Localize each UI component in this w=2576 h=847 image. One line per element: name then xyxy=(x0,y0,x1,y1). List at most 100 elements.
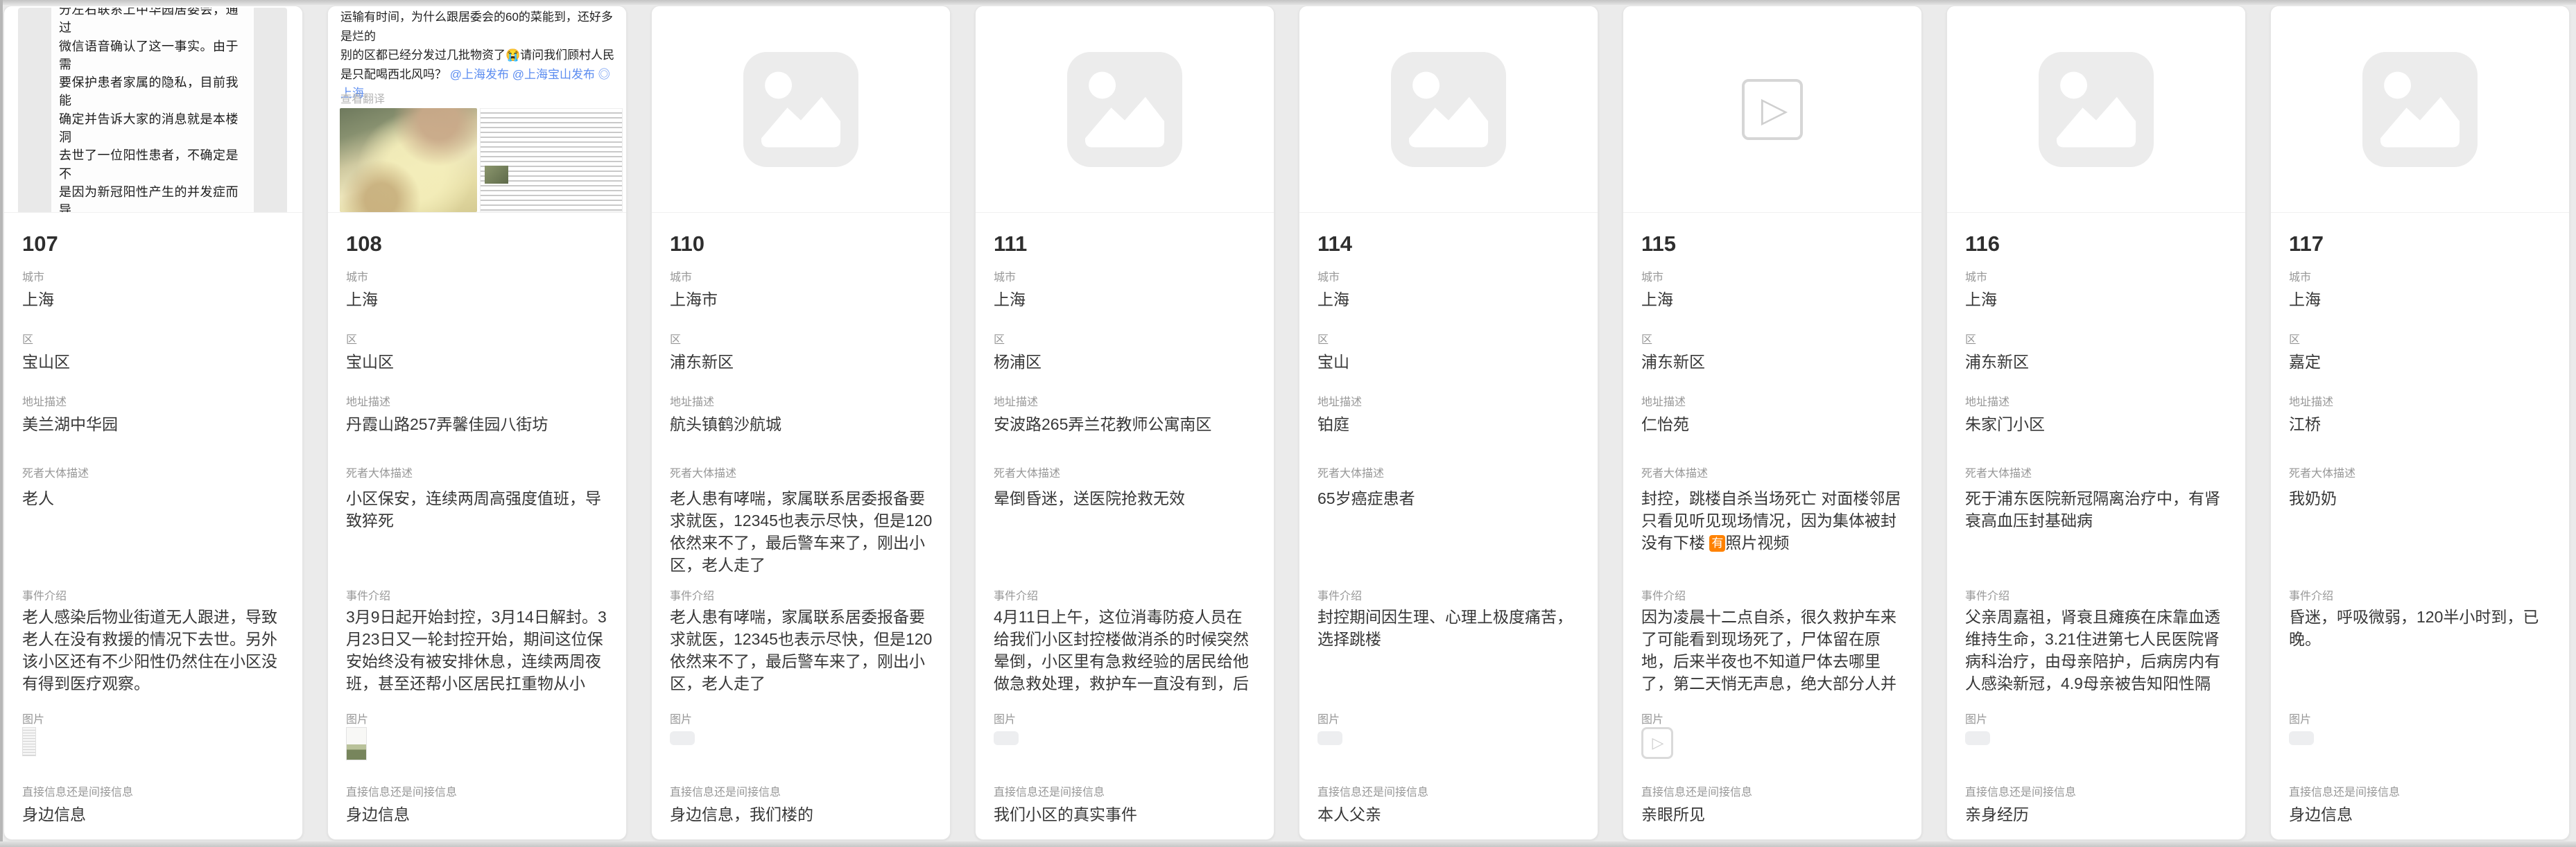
address-value: 铂庭 xyxy=(1317,413,1581,435)
direct-value: 身边信息 xyxy=(2289,803,2552,826)
image-label: 图片 xyxy=(346,710,610,726)
video-placeholder-icon: ▷ xyxy=(1742,79,1803,140)
city-label: 城市 xyxy=(22,268,286,284)
deceased-label: 死者大体描述 xyxy=(994,464,1257,480)
district-value: 杨浦区 xyxy=(994,351,1257,373)
image-thumbnail xyxy=(346,727,610,766)
direct-value: 亲眼所见 xyxy=(1641,803,1905,826)
event-label: 事件介绍 xyxy=(1317,586,1581,603)
event-label: 事件介绍 xyxy=(1965,586,2229,603)
deceased-value: 晕倒昏迷，送医院抢救无效 xyxy=(994,487,1257,509)
card-cover xyxy=(1299,6,1598,213)
direct-label: 直接信息还是间接信息 xyxy=(670,783,933,799)
video-play-icon: ▷ xyxy=(1652,734,1664,752)
image-label: 图片 xyxy=(670,710,933,726)
city-value: 上海 xyxy=(2289,288,2552,311)
address-value: 航头镇鹤沙航城 xyxy=(670,413,933,435)
article-screenshot xyxy=(480,108,623,212)
window-edge-top xyxy=(0,0,2576,5)
card-cover: ▷ xyxy=(1623,6,1921,213)
event-value: 3月9日起开始封控，3月14日解封。3月23日又一轮封控开始，期间这位保安始终没… xyxy=(346,606,610,697)
city-value: 上海 xyxy=(1317,288,1581,311)
deceased-label: 死者大体描述 xyxy=(2289,464,2552,480)
image-label: 图片 xyxy=(994,710,1257,726)
address-label: 地址描述 xyxy=(22,392,286,409)
address-label: 地址描述 xyxy=(346,392,610,409)
image-label: 图片 xyxy=(1317,710,1581,726)
direct-label: 直接信息还是间接信息 xyxy=(22,783,286,799)
direct-value: 本人父亲 xyxy=(1317,803,1581,826)
address-value: 仁怡苑 xyxy=(1641,413,1905,435)
image-placeholder-icon xyxy=(743,52,858,167)
city-value: 上海 xyxy=(1965,288,2229,311)
city-value: 上海 xyxy=(994,288,1257,311)
deceased-label: 死者大体描述 xyxy=(1641,464,1905,480)
event-label: 事件介绍 xyxy=(670,586,933,603)
card-cover xyxy=(2271,6,2569,213)
record-card-107[interactable]: 分左右联系上中华园居委会，通过 微信语音确认了这一事实。由于需 要保护患者家属的… xyxy=(3,6,303,840)
deceased-label: 死者大体描述 xyxy=(346,464,610,480)
city-value: 上海 xyxy=(346,288,610,311)
image-placeholder-icon xyxy=(1391,52,1506,167)
record-card-110[interactable]: 110 城市 上海市 区 浦东新区 地址描述 航头镇鹤沙航城 死者大体描述 老人… xyxy=(651,6,951,840)
address-label: 地址描述 xyxy=(1641,392,1905,409)
city-value: 上海 xyxy=(1641,288,1905,311)
direct-value: 身边信息 xyxy=(22,803,286,826)
card-cover: 分左右联系上中华园居委会，通过 微信语音确认了这一事实。由于需 要保护患者家属的… xyxy=(4,6,302,213)
record-card-116[interactable]: 116 城市 上海 区 浦东新区 地址描述 朱家门小区 死者大体描述 死于浦东医… xyxy=(1946,6,2246,840)
image-label: 图片 xyxy=(22,710,286,726)
video-thumbnail: ▷ xyxy=(1641,727,1905,766)
city-label: 城市 xyxy=(1641,268,1905,284)
district-label: 区 xyxy=(22,330,286,347)
district-label: 区 xyxy=(2289,330,2552,347)
address-label: 地址描述 xyxy=(1965,392,2229,409)
record-number: 117 xyxy=(2289,232,2552,256)
district-label: 区 xyxy=(346,330,610,347)
district-label: 区 xyxy=(1641,330,1905,347)
event-label: 事件介绍 xyxy=(994,586,1257,603)
direct-value: 身边信息 xyxy=(346,803,610,826)
deceased-value: 老人患有哮喘，家属联系居委报备要求就医，12345也表示尽快，但是120依然来不… xyxy=(670,487,933,576)
city-label: 城市 xyxy=(2289,268,2552,284)
district-value: 浦东新区 xyxy=(670,351,933,373)
event-label: 事件介绍 xyxy=(1641,586,1905,603)
image-thumbnail xyxy=(670,727,933,766)
tweet-images xyxy=(340,108,621,212)
event-value: 老人患有哮喘，家属联系居委报备要求就医，12345也表示尽快，但是120依然来不… xyxy=(670,606,933,695)
image-label: 图片 xyxy=(1641,710,1905,726)
cabbage-photo xyxy=(340,108,477,212)
tweet-text: 运输有时间，为什么跟居委会的60的菜能到，还好多是烂的 xyxy=(340,10,613,43)
event-value: 4月11日上午，这位消毒防疫人员在给我们小区封控楼做消杀的时候突然晕倒，小区里有… xyxy=(994,606,1257,697)
event-value: 因为凌晨十二点自杀，很久救护车来了可能看到现场死了，尸体留在原地，后来半夜也不知… xyxy=(1641,606,1905,697)
direct-label: 直接信息还是间接信息 xyxy=(994,783,1257,799)
district-label: 区 xyxy=(994,330,1257,347)
has-media-badge-icon: 有 xyxy=(1709,535,1725,552)
window-edge-bottom xyxy=(0,841,2576,847)
direct-value: 身边信息，我们楼的 xyxy=(670,803,933,826)
deceased-value: 小区保安，连续两周高强度值班，导致猝死 xyxy=(346,487,610,532)
record-card-114[interactable]: 114 城市 上海 区 宝山 地址描述 铂庭 死者大体描述 65岁癌症患者 事件… xyxy=(1299,6,1598,840)
deceased-label: 死者大体描述 xyxy=(1317,464,1581,480)
direct-label: 直接信息还是间接信息 xyxy=(1965,783,2229,799)
record-card-115[interactable]: ▷ 115 城市 上海 区 浦东新区 地址描述 仁怡苑 死者大体描述 封控，跳楼… xyxy=(1623,6,1922,840)
deceased-value: 老人 xyxy=(22,487,286,509)
image-thumbnail xyxy=(1317,727,1581,766)
deceased-value: 死于浦东医院新冠隔离治疗中，有肾衰高血压封基础病 xyxy=(1965,487,2229,532)
cover-screenshot-text: 分左右联系上中华园居委会，通过 微信语音确认了这一事实。由于需 要保护患者家属的… xyxy=(51,8,254,212)
district-value: 浦东新区 xyxy=(1641,351,1905,373)
record-card-117[interactable]: 117 城市 上海 区 嘉定 地址描述 江桥 死者大体描述 我奶奶 事件介绍 昏… xyxy=(2270,6,2570,840)
direct-value: 我们小区的真实事件 xyxy=(994,803,1257,826)
see-translation-link[interactable]: 查看翻译 xyxy=(340,89,385,106)
cover-screenshot-image: 分左右联系上中华园居委会，通过 微信语音确认了这一事实。由于需 要保护患者家属的… xyxy=(18,8,287,212)
record-number: 114 xyxy=(1317,232,1581,256)
image-thumbnail xyxy=(2289,727,2552,766)
record-card-111[interactable]: 111 城市 上海 区 杨浦区 地址描述 安波路265弄兰花教师公寓南区 死者大… xyxy=(975,6,1274,840)
image-thumbnail xyxy=(994,727,1257,766)
city-value: 上海市 xyxy=(670,288,933,311)
record-number: 111 xyxy=(994,232,1257,256)
record-card-108[interactable]: 运输有时间，为什么跟居委会的60的菜能到，还好多是烂的 别的区都已经分发过几批物… xyxy=(327,6,627,840)
district-value: 嘉定 xyxy=(2289,351,2552,373)
event-label: 事件介绍 xyxy=(22,586,286,603)
district-label: 区 xyxy=(1965,330,2229,347)
deceased-value: 封控，跳楼自杀当场死亡 对面楼邻居只看见听见现场情况，因为集体被封没有下楼 有照… xyxy=(1641,487,1905,554)
